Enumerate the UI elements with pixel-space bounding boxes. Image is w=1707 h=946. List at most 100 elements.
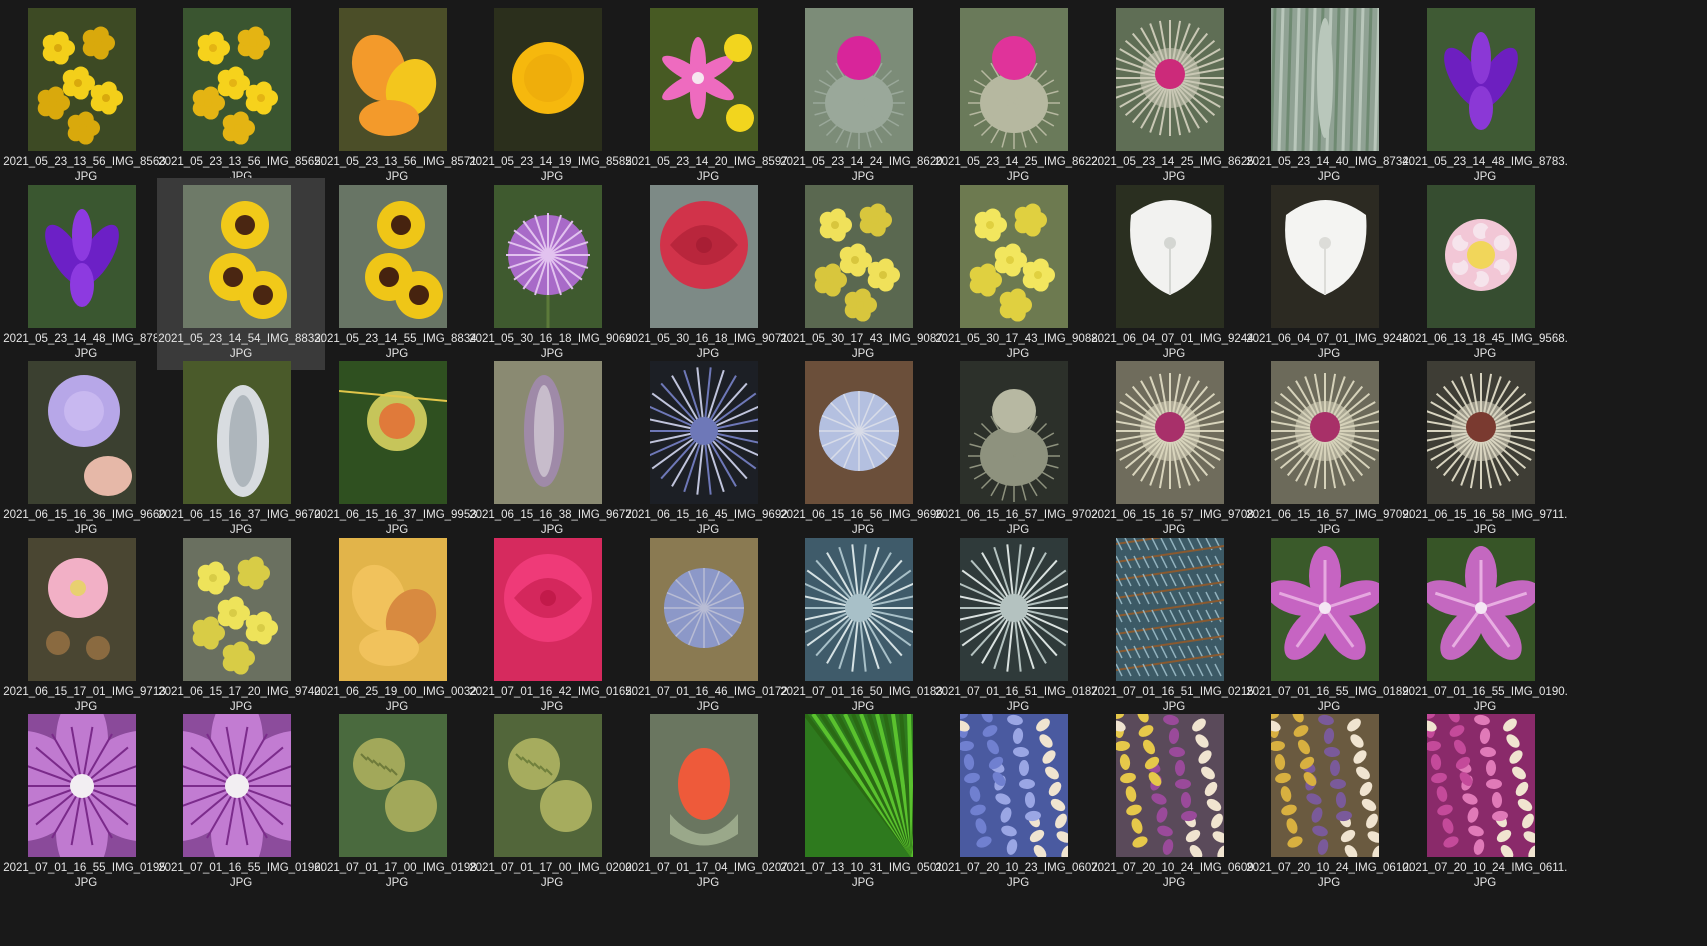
image-thumbnail[interactable] xyxy=(28,361,136,504)
image-thumbnail[interactable] xyxy=(1116,538,1224,681)
file-item[interactable]: 2021_05_30_16_18_IMG_9071. JPG xyxy=(624,178,792,370)
image-thumbnail[interactable] xyxy=(1116,361,1224,504)
file-item[interactable]: 2021_05_30_17_43_IMG_9087. JPG xyxy=(779,178,947,370)
image-thumbnail[interactable] xyxy=(339,361,447,504)
file-item[interactable]: 2021_05_23_13_56_IMG_8565. JPG xyxy=(157,1,325,193)
file-item[interactable]: 2021_07_01_17_00_IMG_0198. JPG xyxy=(313,707,481,899)
image-thumbnail[interactable] xyxy=(650,361,758,504)
file-item[interactable]: 2021_06_15_16_57_IMG_9708. JPG xyxy=(1090,354,1258,546)
image-thumbnail[interactable] xyxy=(494,538,602,681)
file-item[interactable]: 2021_05_23_14_25_IMG_8625. JPG xyxy=(1090,1,1258,193)
image-thumbnail[interactable] xyxy=(1116,8,1224,151)
file-item[interactable]: 2021_07_20_10_24_IMG_0611. JPG xyxy=(1401,707,1569,899)
file-item[interactable]: 2021_06_25_19_00_IMG_0032. JPG xyxy=(313,531,481,723)
file-item[interactable]: 2021_05_23_14_48_IMG_8784. JPG xyxy=(2,178,170,370)
file-item[interactable]: 2021_06_13_18_45_IMG_9568. JPG xyxy=(1401,178,1569,370)
file-item[interactable]: 2021_07_01_16_46_IMG_0172. JPG xyxy=(624,531,792,723)
image-thumbnail[interactable] xyxy=(1271,538,1379,681)
image-thumbnail[interactable] xyxy=(650,185,758,328)
file-item[interactable]: 2021_06_15_17_01_IMG_9713. JPG xyxy=(2,531,170,723)
image-thumbnail[interactable] xyxy=(183,538,291,681)
image-thumbnail[interactable] xyxy=(1271,185,1379,328)
file-item[interactable]: 2021_07_01_16_50_IMG_0183. JPG xyxy=(779,531,947,723)
file-item[interactable]: 2021_07_20_10_24_IMG_0610. JPG xyxy=(1245,707,1413,899)
image-thumbnail[interactable] xyxy=(1427,185,1535,328)
file-item[interactable]: 2021_06_15_16_45_IMG_9692. JPG xyxy=(624,354,792,546)
image-thumbnail[interactable] xyxy=(494,8,602,151)
file-item[interactable]: 2021_06_15_16_38_IMG_9677. JPG xyxy=(468,354,636,546)
image-thumbnail[interactable] xyxy=(28,8,136,151)
file-item[interactable]: 2021_07_20_10_24_IMG_0609. JPG xyxy=(1090,707,1258,899)
file-item[interactable]: 2021_07_13_10_31_IMG_0501. JPG xyxy=(779,707,947,899)
image-thumbnail[interactable] xyxy=(650,714,758,857)
file-item[interactable]: 2021_06_15_16_57_IMG_9709. JPG xyxy=(1245,354,1413,546)
file-item[interactable]: 2021_07_01_16_55_IMG_0195. JPG xyxy=(2,707,170,899)
image-thumbnail[interactable] xyxy=(650,538,758,681)
file-item[interactable]: 2021_07_01_17_04_IMG_0207. JPG xyxy=(624,707,792,899)
file-item[interactable]: 2021_06_15_16_56_IMG_9696. JPG xyxy=(779,354,947,546)
file-item[interactable]: 2021_07_01_17_00_IMG_0200. JPG xyxy=(468,707,636,899)
file-item[interactable]: 2021_05_23_13_56_IMG_8563. JPG xyxy=(2,1,170,193)
image-thumbnail[interactable] xyxy=(494,361,602,504)
image-thumbnail[interactable] xyxy=(960,714,1068,857)
file-item[interactable]: 2021_05_23_14_55_IMG_8834. JPG xyxy=(313,178,481,370)
file-item[interactable]: 2021_06_04_07_01_IMG_9244. JPG xyxy=(1090,178,1258,370)
image-thumbnail[interactable] xyxy=(1116,185,1224,328)
file-item[interactable]: 2021_06_15_17_20_IMG_9740. JPG xyxy=(157,531,325,723)
image-thumbnail[interactable] xyxy=(960,538,1068,681)
image-thumbnail[interactable] xyxy=(1427,361,1535,504)
image-thumbnail[interactable] xyxy=(183,361,291,504)
image-thumbnail[interactable] xyxy=(183,714,291,857)
image-thumbnail[interactable] xyxy=(28,538,136,681)
image-thumbnail[interactable] xyxy=(339,714,447,857)
image-thumbnail[interactable] xyxy=(1271,714,1379,857)
file-item[interactable]: 2021_07_01_16_55_IMG_0190. JPG xyxy=(1401,531,1569,723)
file-item[interactable]: 2021_07_01_16_51_IMG_0215. JPG xyxy=(1090,531,1258,723)
file-item[interactable]: 2021_07_01_16_51_IMG_0187. JPG xyxy=(934,531,1102,723)
image-thumbnail[interactable] xyxy=(1271,361,1379,504)
file-item[interactable]: 2021_07_01_16_55_IMG_0189. JPG xyxy=(1245,531,1413,723)
image-thumbnail[interactable] xyxy=(339,185,447,328)
image-thumbnail[interactable] xyxy=(960,361,1068,504)
image-thumbnail[interactable] xyxy=(805,8,913,151)
file-item[interactable]: 2021_07_01_16_55_IMG_0196. JPG xyxy=(157,707,325,899)
file-item[interactable]: 2021_05_23_14_25_IMG_8622. JPG xyxy=(934,1,1102,193)
image-thumbnail[interactable] xyxy=(1271,8,1379,151)
image-thumbnail[interactable] xyxy=(805,361,913,504)
file-item[interactable]: 2021_05_23_14_20_IMG_8597. JPG xyxy=(624,1,792,193)
file-item[interactable]: 2021_05_30_17_43_IMG_9088. JPG xyxy=(934,178,1102,370)
image-thumbnail[interactable] xyxy=(650,8,758,151)
file-item[interactable]: 2021_06_15_16_58_IMG_9711. JPG xyxy=(1401,354,1569,546)
image-thumbnail[interactable] xyxy=(28,185,136,328)
file-item[interactable]: 2021_07_01_16_42_IMG_0165. JPG xyxy=(468,531,636,723)
file-item[interactable]: 2021_06_15_16_57_IMG_9702. JPG xyxy=(934,354,1102,546)
image-thumbnail[interactable] xyxy=(1427,714,1535,857)
file-item[interactable]: 2021_06_15_16_37_IMG_9670. JPG xyxy=(157,354,325,546)
file-item[interactable]: 2021_05_23_13_56_IMG_8571. JPG xyxy=(313,1,481,193)
file-item[interactable]: 2021_05_23_14_24_IMG_8620. JPG xyxy=(779,1,947,193)
file-item[interactable]: 2021_06_04_07_01_IMG_9248. JPG xyxy=(1245,178,1413,370)
image-thumbnail[interactable] xyxy=(339,538,447,681)
image-thumbnail[interactable] xyxy=(805,714,913,857)
image-thumbnail[interactable] xyxy=(805,538,913,681)
image-thumbnail[interactable] xyxy=(183,185,291,328)
file-item[interactable]: 2021_05_30_16_18_IMG_9069. JPG xyxy=(468,178,636,370)
image-thumbnail[interactable] xyxy=(1116,714,1224,857)
image-thumbnail[interactable] xyxy=(1427,8,1535,151)
file-item[interactable]: 2021_06_15_16_36_IMG_9660. JPG xyxy=(2,354,170,546)
image-thumbnail[interactable] xyxy=(28,714,136,857)
image-thumbnail[interactable] xyxy=(805,185,913,328)
file-item[interactable]: 2021_07_20_10_23_IMG_0607. JPG xyxy=(934,707,1102,899)
file-item[interactable]: 2021_05_23_14_40_IMG_8734. JPG xyxy=(1245,1,1413,193)
file-item[interactable]: 2021_05_23_14_54_IMG_8833. JPG xyxy=(157,178,325,370)
image-thumbnail[interactable] xyxy=(183,8,291,151)
image-thumbnail[interactable] xyxy=(339,8,447,151)
image-thumbnail[interactable] xyxy=(960,8,1068,151)
image-thumbnail[interactable] xyxy=(494,714,602,857)
file-item[interactable]: 2021_05_23_14_48_IMG_8783. JPG xyxy=(1401,1,1569,193)
image-thumbnail[interactable] xyxy=(1427,538,1535,681)
file-item[interactable]: 2021_06_15_16_37_IMG_9953. JPG xyxy=(313,354,481,546)
file-item[interactable]: 2021_05_23_14_19_IMG_8585. JPG xyxy=(468,1,636,193)
image-thumbnail[interactable] xyxy=(960,185,1068,328)
image-thumbnail[interactable] xyxy=(494,185,602,328)
